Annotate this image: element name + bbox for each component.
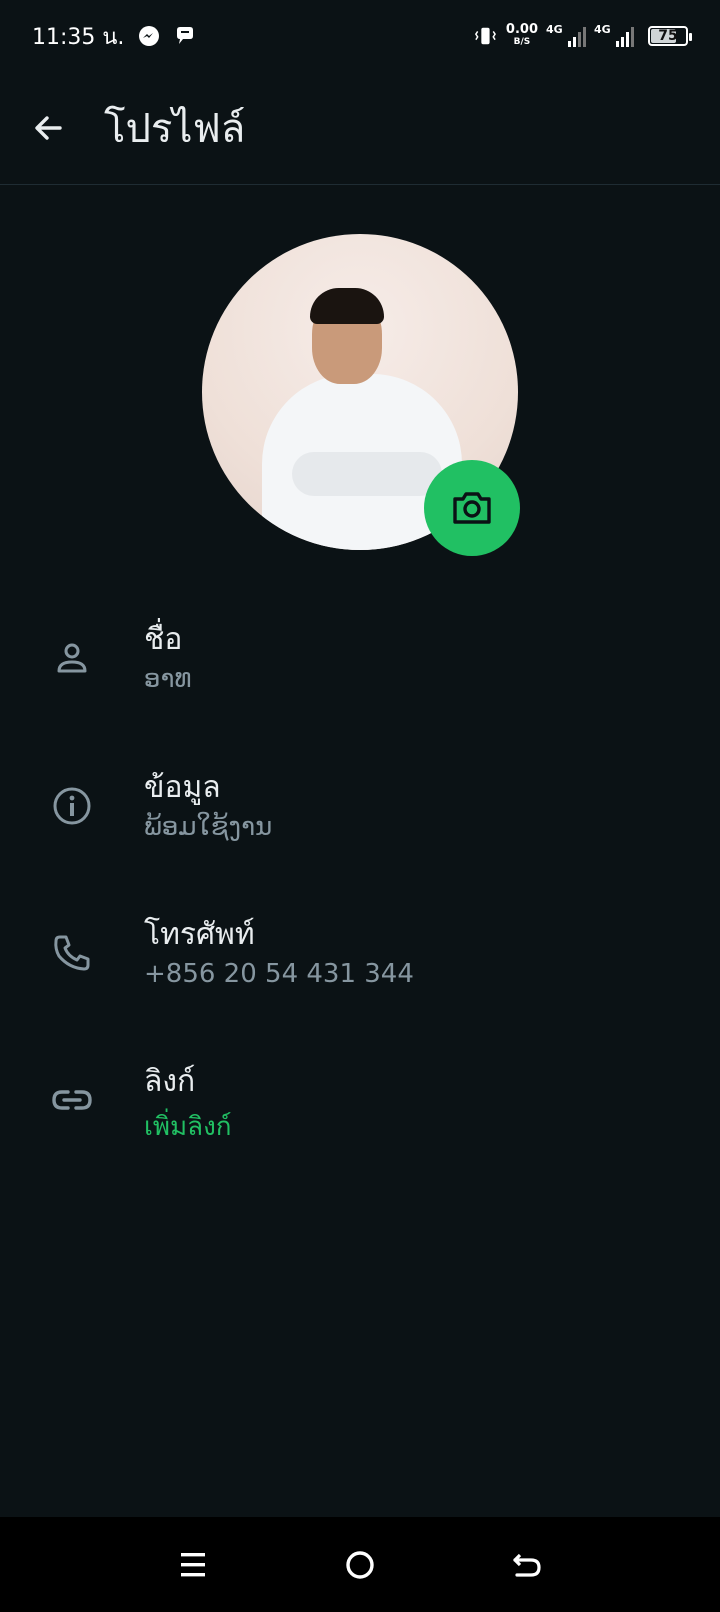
photo-person-arms [292, 452, 442, 496]
battery-indicator: 75 [648, 26, 692, 46]
signal-2-label: 4G [594, 23, 611, 36]
network-speed-value: 0.00 [505, 22, 538, 37]
about-label: ข้อมูล [144, 770, 221, 805]
name-label: ชื่อ [144, 622, 183, 657]
phone-row[interactable]: โทรศัพท์ +856 20 54 431 344 [0, 897, 720, 1017]
chat-bubble-icon [174, 25, 196, 47]
link-icon [48, 1076, 96, 1124]
signal-strength-1: 4G [546, 23, 586, 47]
home-circle-icon [346, 1550, 374, 1579]
messenger-icon [138, 25, 160, 47]
info-icon [48, 782, 96, 830]
back-arrow-icon [35, 116, 62, 140]
return-icon [513, 1553, 541, 1577]
status-time: 11:35 น. [32, 24, 125, 50]
back-nav-button[interactable] [497, 1535, 557, 1595]
phone-value: +856 20 54 431 344 [144, 959, 414, 989]
about-value: ພ້ອມໃຊ້ງານ [144, 812, 273, 842]
camera-icon [453, 492, 491, 524]
home-button[interactable] [330, 1535, 390, 1595]
change-photo-button[interactable] [424, 460, 520, 556]
network-speed: 0.00 B/S [505, 22, 538, 48]
recent-apps-button[interactable] [163, 1535, 223, 1595]
menu-icon [181, 1552, 206, 1576]
back-button[interactable] [18, 98, 78, 158]
name-value: ອາທ [144, 664, 192, 694]
phone-label: โทรศัพท์ [144, 917, 255, 952]
vibrate-icon [474, 25, 496, 47]
signal-strength-2: 4G [594, 23, 634, 47]
name-row[interactable]: ชื่อ ອາທ [0, 602, 720, 722]
photo-person-hair [310, 288, 384, 324]
phone-icon [48, 929, 96, 977]
system-nav-bar [0, 1517, 720, 1612]
network-speed-unit: B/S [513, 37, 531, 47]
status-bar: 11:35 น. 0.00 B/S 4G 4G 75 [0, 0, 720, 72]
page-title: โปรไฟล์ [104, 106, 246, 152]
person-icon [48, 634, 96, 682]
add-link-button[interactable]: เพิ่มลิงก์ [144, 1106, 232, 1147]
profile-photo-section [202, 234, 520, 556]
status-right: 0.00 B/S 4G 4G 75 [474, 22, 692, 48]
app-bar: โปรไฟล์ [0, 72, 720, 185]
about-row[interactable]: ข้อมูล ພ້ອມໃຊ້ງານ [0, 750, 720, 870]
links-label: ลิงก์ [144, 1064, 196, 1099]
status-left: 11:35 น. [32, 19, 196, 54]
signal-1-label: 4G [546, 23, 563, 36]
links-row[interactable]: ลิงก์ เพิ่มลิงก์ [0, 1044, 720, 1164]
battery-level: 75 [658, 28, 678, 44]
